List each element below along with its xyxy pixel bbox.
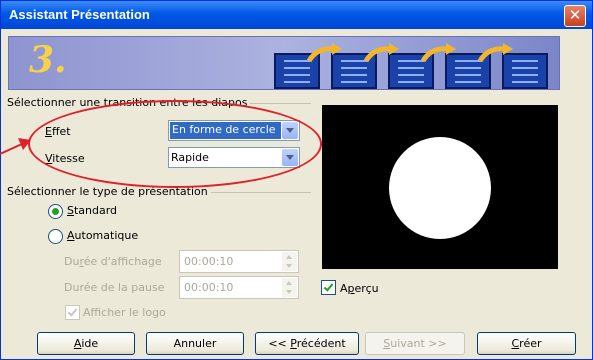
display-duration-spinner[interactable]: 00:00:10 — [179, 250, 299, 273]
transition-arrow-icon — [307, 43, 342, 63]
automatic-label[interactable]: Automatique — [67, 229, 138, 242]
title-bar[interactable]: Assistant Présentation ✕ — [1, 1, 592, 29]
create-button[interactable]: Créer — [477, 332, 576, 355]
transition-arrow-icon — [364, 43, 399, 63]
help-button[interactable]: Aide — [37, 332, 135, 355]
transition-preview — [322, 105, 558, 269]
pause-duration-label: Durée de la pause — [64, 281, 165, 294]
previous-button[interactable]: << Précédent — [255, 332, 359, 355]
preview-label[interactable]: Aperçu — [340, 282, 379, 295]
cancel-button[interactable]: Annuler — [146, 332, 244, 355]
show-logo-checkbox[interactable] — [65, 305, 80, 320]
automatic-radio[interactable] — [48, 229, 63, 244]
standard-label[interactable]: Standard — [67, 204, 117, 217]
spinner-arrows-icon[interactable] — [282, 278, 297, 297]
preview-circle — [389, 137, 491, 239]
close-button[interactable]: ✕ — [564, 5, 586, 27]
transition-arrow-icon — [421, 43, 456, 63]
next-button[interactable]: Suivant >> — [365, 332, 465, 355]
step-number: 3. — [29, 39, 67, 81]
spinner-arrows-icon[interactable] — [282, 252, 297, 271]
window-title: Assistant Présentation — [9, 7, 150, 22]
annotation-ellipse — [28, 100, 322, 188]
standard-radio[interactable] — [48, 204, 63, 219]
show-logo-label: Afficher le logo — [83, 306, 166, 319]
annotation-arrow-icon — [0, 138, 31, 155]
preview-checkbox[interactable] — [321, 280, 336, 295]
display-duration-label: Durée d'affichage — [64, 255, 162, 268]
transition-arrow-icon — [478, 43, 513, 63]
wizard-window: Assistant Présentation ✕ 3. Sélectionner… — [0, 0, 593, 360]
wizard-step-banner: 3. — [8, 36, 560, 90]
pause-duration-spinner[interactable]: 00:00:10 — [179, 276, 299, 299]
